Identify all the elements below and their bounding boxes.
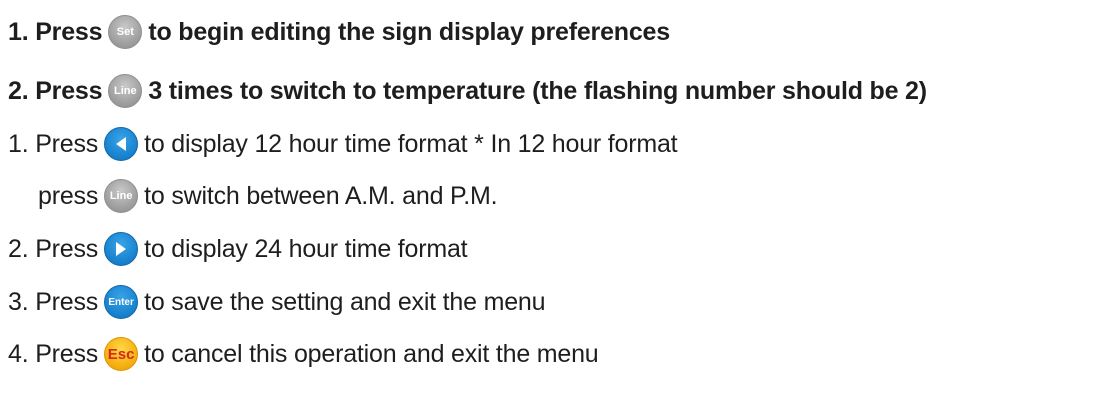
instruction-line-6: 3. Press Enter to save the setting and e…	[8, 284, 546, 320]
instruction-line-7: 4. Press Esc to cancel this operation an…	[8, 336, 599, 372]
instruction-line-5: 2. Press to display 24 hour time format	[8, 231, 468, 267]
right-arrow-icon	[116, 242, 127, 256]
instruction-line-1: 1. Press Set to begin editing the sign d…	[8, 14, 670, 50]
instruction-prefix: 1. Press	[8, 17, 103, 46]
instruction-text: to switch between A.M. and P.M.	[144, 181, 498, 210]
line-button-label: Line	[109, 190, 133, 202]
instruction-text: to begin editing the sign display prefer…	[148, 17, 670, 46]
instruction-prefix: 1. Press	[8, 129, 99, 158]
instruction-prefix: 4. Press	[8, 339, 99, 368]
line-button-label: Line	[114, 85, 137, 97]
instruction-text: 3 times to switch to temperature (the fl…	[148, 76, 927, 105]
instruction-prefix: 2. Press	[8, 234, 99, 263]
instruction-line-2: 2. Press Line 3 times to switch to tempe…	[8, 73, 927, 109]
enter-button-label: Enter	[108, 296, 134, 308]
right-arrow-button-icon	[104, 232, 139, 266]
instruction-text: to display 24 hour time format	[144, 234, 468, 263]
left-arrow-button-icon	[104, 127, 139, 161]
set-button-icon: Set	[108, 15, 143, 49]
instruction-line-3: 1. Press to display 12 hour time format …	[8, 126, 678, 162]
instruction-text: to save the setting and exit the menu	[144, 287, 546, 316]
left-arrow-icon	[116, 137, 127, 151]
enter-button-icon: Enter	[104, 285, 139, 319]
instruction-prefix: 2. Press	[8, 76, 103, 105]
instruction-line-4: press Line to switch between A.M. and P.…	[38, 178, 498, 214]
instruction-prefix: 3. Press	[8, 287, 99, 316]
line-button-icon: Line	[104, 179, 139, 213]
set-button-label: Set	[116, 26, 134, 38]
esc-button-label: Esc	[107, 345, 135, 363]
instruction-text: to display 12 hour time format * In 12 h…	[144, 129, 678, 158]
instruction-text: to cancel this operation and exit the me…	[144, 339, 599, 368]
line-button-icon: Line	[108, 74, 143, 108]
esc-button-icon: Esc	[104, 337, 139, 371]
instruction-prefix: press	[38, 181, 99, 210]
